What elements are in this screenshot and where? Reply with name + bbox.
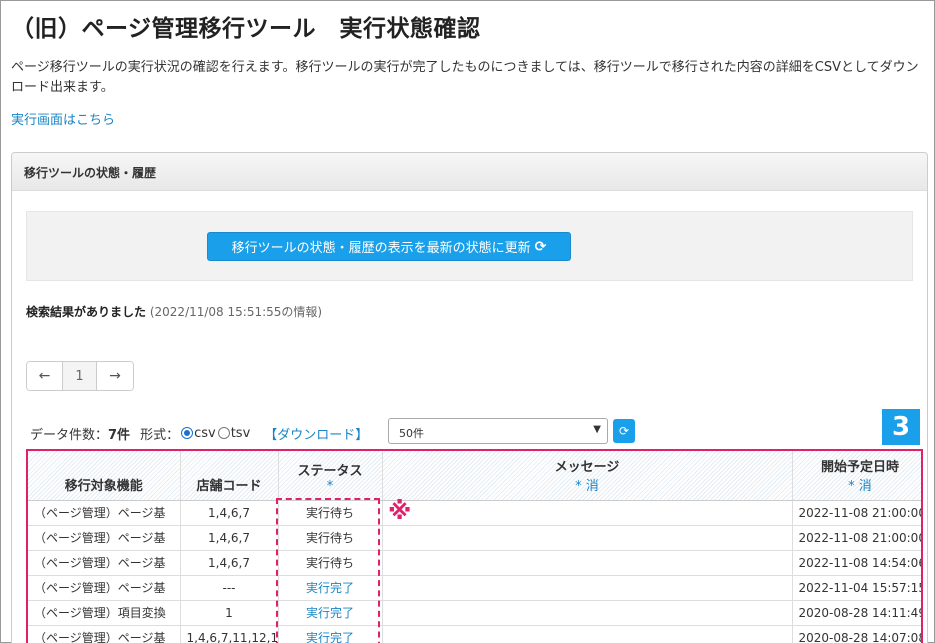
cell-store: --- xyxy=(180,575,279,601)
cell-start: 2022-11-08 14:54:06 xyxy=(792,550,921,576)
cell-start: 2020-08-28 14:11:49 xyxy=(792,600,921,626)
cell-function: （ページ管理）ページ基 xyxy=(28,550,181,576)
cell-message xyxy=(382,500,793,526)
table-row: （ページ管理）ページ基 1,4,6,7,11,12,13 実行完了 2020-0… xyxy=(28,625,921,643)
cell-message xyxy=(382,550,793,576)
cell-function: （ページ管理）ページ基 xyxy=(28,625,181,643)
col-start-header[interactable]: 開始予定日時 * 消 xyxy=(792,451,922,501)
tsv-label[interactable]: tsv xyxy=(231,426,251,441)
pagination: ← 1 → xyxy=(26,361,134,391)
start-sort-icon[interactable]: * 消 xyxy=(793,475,922,494)
format-label: 形式： xyxy=(140,427,180,443)
refresh-well: 移行ツールの状態・履歴の表示を最新の状態に更新 ⟳ xyxy=(26,211,913,281)
table-row: （ページ管理）項目変換 1 実行完了 2020-08-28 14:11:49 xyxy=(28,600,921,626)
pager-next-button[interactable]: → xyxy=(97,362,133,390)
refresh-status-button[interactable]: 移行ツールの状態・履歴の表示を最新の状態に更新 ⟳ xyxy=(207,232,571,261)
pager-prev-button[interactable]: ← xyxy=(27,362,63,390)
pager-page-1[interactable]: 1 xyxy=(63,362,97,390)
cell-status-link[interactable]: 実行完了 xyxy=(278,625,383,643)
cell-start: 2020-08-28 14:07:08 xyxy=(792,625,921,643)
step-number-badge: 3 xyxy=(882,409,920,445)
cell-status: 実行待ち xyxy=(278,550,383,576)
cell-store: 1,4,6,7,11,12,13 xyxy=(180,625,279,643)
data-count-value: 7件 xyxy=(108,427,131,443)
table-row: （ページ管理）ページ基 --- 実行完了 2022-11-04 15:57:15 xyxy=(28,575,921,601)
cell-message xyxy=(382,600,793,626)
csv-radio[interactable] xyxy=(181,427,194,439)
cell-status-link[interactable]: 実行完了 xyxy=(278,575,383,601)
exec-page-link[interactable]: 実行画面はこちら xyxy=(11,109,115,128)
cell-function: （ページ管理）ページ基 xyxy=(28,525,181,551)
cell-store: 1,4,6,7 xyxy=(180,525,279,551)
cell-function: （ページ管理）ページ基 xyxy=(28,575,181,601)
cell-status-link[interactable]: 実行完了 xyxy=(278,600,383,626)
cell-start: 2022-11-04 15:57:15 xyxy=(792,575,921,601)
status-table-container: 移行対象機能 店舗コード ステータス * メッセージ * 消 開始予定日時 * … xyxy=(26,449,923,643)
per-page-value: 50件 xyxy=(399,427,424,440)
page-title: （旧）ページ管理移行ツール 実行状態確認 xyxy=(11,16,481,42)
table-row: （ページ管理）ページ基 1,4,6,7 実行待ち 2022-11-08 21:0… xyxy=(28,500,921,526)
table-row: （ページ管理）ページ基 1,4,6,7 実行待ち 2022-11-08 21:0… xyxy=(28,525,921,551)
data-count-label: データ件数： xyxy=(30,427,109,443)
status-table: 移行対象機能 店舗コード ステータス * メッセージ * 消 開始予定日時 * … xyxy=(28,451,922,643)
refresh-icon: ⟳ xyxy=(618,424,630,438)
cell-message xyxy=(382,575,793,601)
status-history-panel: 移行ツールの状態・履歴 移行ツールの状態・履歴の表示を最新の状態に更新 ⟳ 検索… xyxy=(11,152,928,643)
panel-heading: 移行ツールの状態・履歴 xyxy=(12,153,927,191)
col-status-header[interactable]: ステータス * xyxy=(278,451,383,501)
cell-store: 1,4,6,7 xyxy=(180,500,279,526)
cell-store: 1,4,6,7 xyxy=(180,550,279,576)
table-controls: データ件数： 7件 形式： csv tsv 【ダウンロード】 xyxy=(30,421,368,445)
download-link[interactable]: 【ダウンロード】 xyxy=(264,424,368,443)
refresh-icon: ⟳ xyxy=(534,238,547,255)
result-text: 検索結果がありました xyxy=(26,305,147,319)
cell-start: 2022-11-08 21:00:00 xyxy=(792,500,921,526)
col-message-header[interactable]: メッセージ * 消 xyxy=(382,451,793,501)
refresh-button-label: 移行ツールの状態・履歴の表示を最新の状態に更新 xyxy=(231,241,531,256)
csv-label[interactable]: csv xyxy=(194,426,216,441)
note-mark: ※ xyxy=(388,497,412,525)
cell-status: 実行待ち xyxy=(278,525,383,551)
table-refresh-button[interactable]: ⟳ xyxy=(613,419,635,443)
message-sort-icon[interactable]: * 消 xyxy=(383,475,792,494)
col-store-code-header: 店舗コード xyxy=(180,451,279,501)
cell-status: 実行待ち xyxy=(278,500,383,526)
chevron-down-icon: ▼ xyxy=(593,424,601,435)
tsv-radio[interactable] xyxy=(217,427,230,439)
table-row: （ページ管理）ページ基 1,4,6,7 実行待ち 2022-11-08 14:5… xyxy=(28,550,921,576)
page-description: ページ移行ツールの実行状況の確認を行えます。移行ツールの実行が完了したものにつき… xyxy=(11,60,919,95)
cell-message xyxy=(382,625,793,643)
per-page-select[interactable]: 50件 ▼ xyxy=(388,418,608,444)
col-function-header: 移行対象機能 xyxy=(28,451,181,501)
result-timestamp: (2022/11/08 15:51:55の情報) xyxy=(149,305,323,319)
cell-store: 1 xyxy=(180,600,279,626)
cell-function: （ページ管理）ページ基 xyxy=(28,500,181,526)
result-line: 検索結果がありました (2022/11/08 15:51:55の情報) xyxy=(26,303,322,320)
status-sort-icon[interactable]: * xyxy=(279,479,382,494)
cell-start: 2022-11-08 21:00:00 xyxy=(792,525,921,551)
cell-message xyxy=(382,525,793,551)
cell-function: （ページ管理）項目変換 xyxy=(28,600,181,626)
